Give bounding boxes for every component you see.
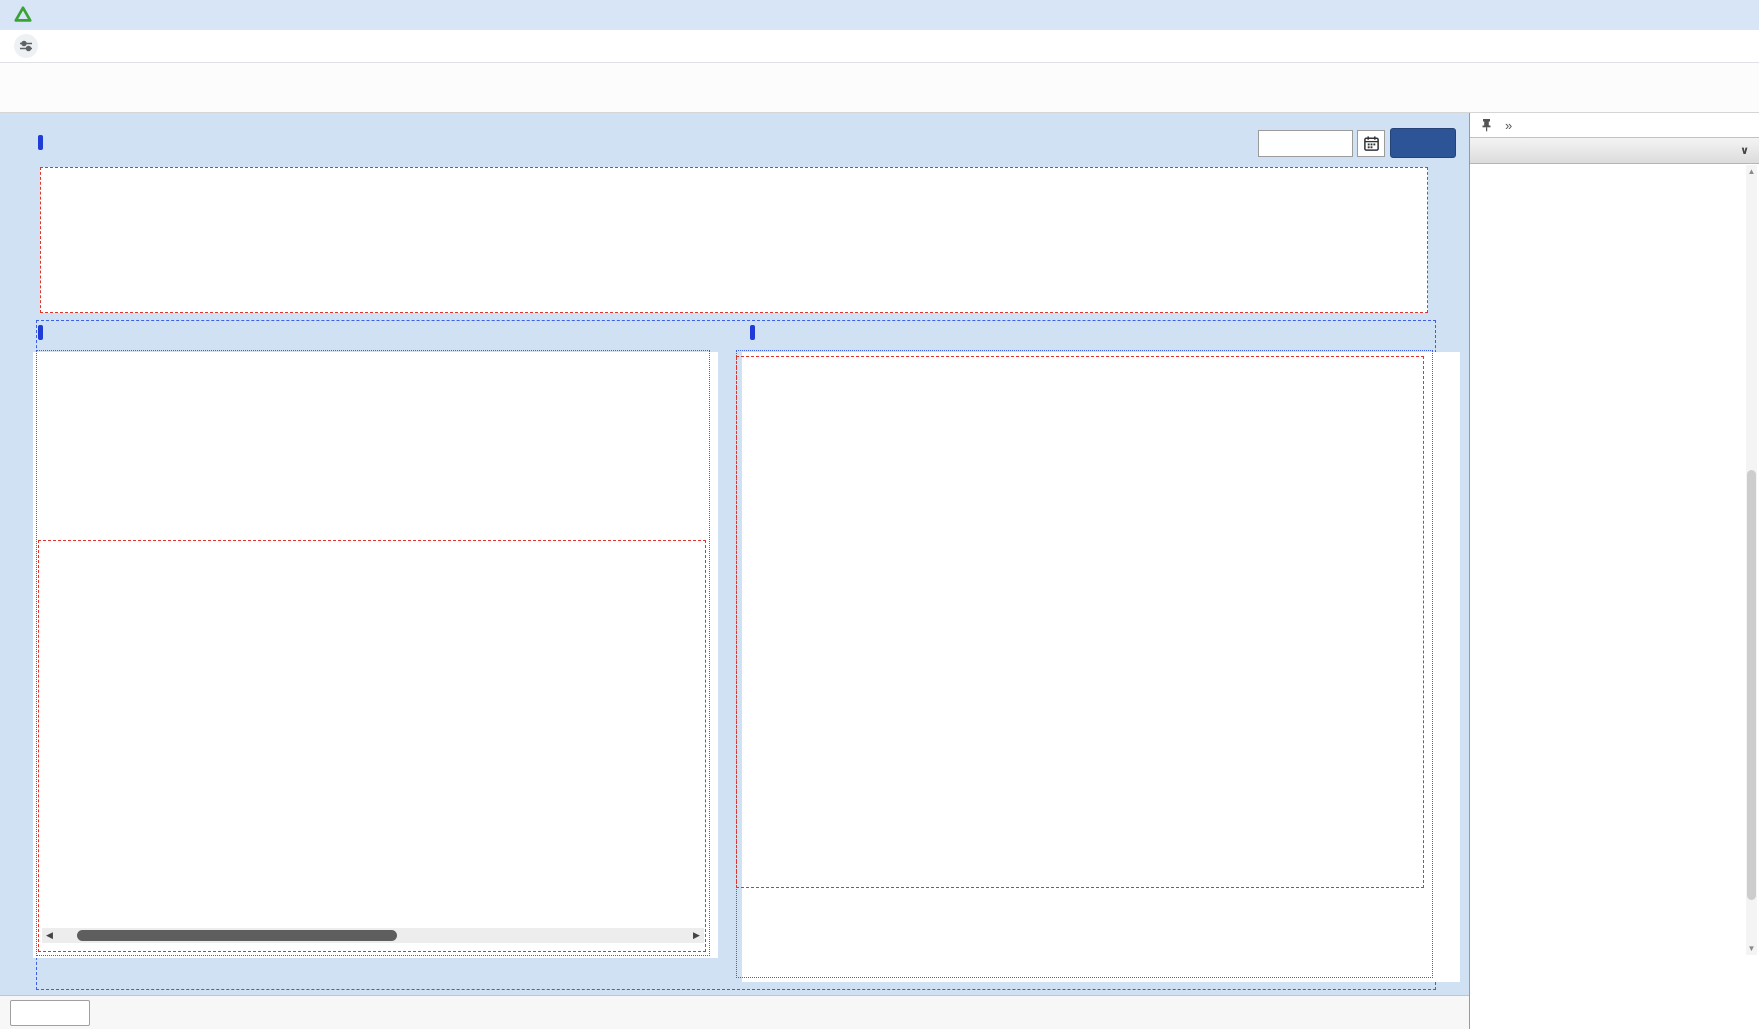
minimize-button[interactable] [1621,0,1667,30]
chevron-down-icon: ∨ [1740,144,1749,157]
calendar-icon [1363,135,1380,152]
product-section-title [750,325,767,340]
scroll-up-icon[interactable]: ▲ [1746,167,1757,176]
site-settings-icon[interactable] [14,34,38,58]
url-bar [0,30,1759,63]
time-table-selection [38,540,706,952]
design-canvas[interactable]: ◀ ▶ [0,113,1469,1029]
panel-scrollbar-thumb[interactable] [1747,470,1756,900]
product-table-selection [736,356,1424,888]
collapse-panel-icon[interactable]: » [1505,118,1512,133]
scroll-down-icon[interactable]: ▼ [1746,944,1757,953]
designer-toolbar [0,63,1759,113]
close-button[interactable] [1713,0,1759,30]
properties-panel: » ∨ ▲ ▼ [1469,113,1759,1029]
scroll-left-icon[interactable]: ◀ [42,930,57,941]
title-bar-icon [38,325,43,340]
title-bar-icon [750,325,755,340]
window-titlebar [0,0,1759,30]
title-bar-icon [38,135,43,150]
maximize-button[interactable] [1667,0,1713,30]
scroll-right-icon[interactable]: ▶ [689,930,704,941]
search-button[interactable] [1390,128,1456,158]
scrollbar-thumb[interactable] [77,930,397,941]
panel-scrollbar[interactable]: ▲ ▼ [1746,165,1757,955]
horizontal-scrollbar[interactable]: ◀ ▶ [42,928,704,943]
panel-topbar: » [1470,113,1759,137]
time-section-title [38,325,55,340]
dashboard-title [38,135,55,150]
app-logo-icon [14,6,32,24]
pin-icon[interactable] [1480,118,1493,132]
form-tab-strip [0,995,1469,1029]
date-input[interactable] [1258,130,1353,157]
controls-header[interactable]: ∨ [1470,137,1759,164]
calendar-button[interactable] [1357,130,1385,157]
kpi-panel[interactable] [40,167,1428,313]
tab-form1[interactable] [10,1000,90,1026]
